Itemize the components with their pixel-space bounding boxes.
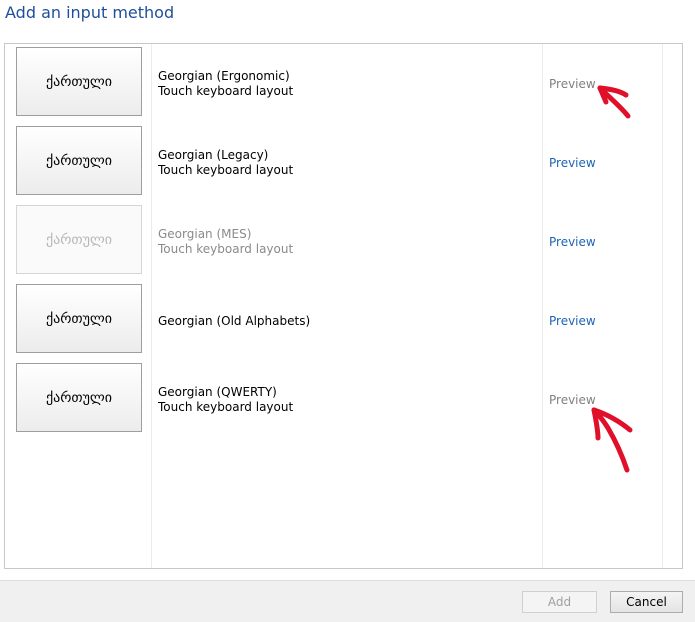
list-item-georgian-qwerty[interactable]: ქართული Georgian (QWERTY) Touch keyboard… [5, 360, 682, 434]
layout-subtitle: Touch keyboard layout [158, 163, 294, 177]
input-method-list[interactable]: ქართული Georgian (Ergonomic) Touch keybo… [4, 43, 683, 569]
preview-link-disabled: Preview [549, 77, 596, 91]
layout-name: Georgian (Ergonomic) [158, 69, 290, 83]
layout-info: Georgian (MES) Touch keyboard layout [158, 227, 293, 257]
layout-tile-disabled: ქართული [16, 205, 142, 274]
cancel-button[interactable]: Cancel [610, 591, 683, 613]
layout-subtitle: Touch keyboard layout [158, 84, 294, 98]
preview-link[interactable]: Preview [549, 314, 596, 328]
layout-tile[interactable]: ქართული [16, 47, 142, 116]
layout-subtitle: Touch keyboard layout [158, 242, 294, 256]
layout-name: Georgian (QWERTY) [158, 385, 277, 399]
layout-info: Georgian (QWERTY) Touch keyboard layout [158, 385, 293, 415]
add-button[interactable]: Add [522, 591, 597, 613]
layout-name: Georgian (MES) [158, 227, 252, 241]
layout-info: Georgian (Ergonomic) Touch keyboard layo… [158, 69, 293, 99]
layout-info: Georgian (Old Alphabets) [158, 314, 310, 329]
layout-tile[interactable]: ქართული [16, 363, 142, 432]
layout-name: Georgian (Old Alphabets) [158, 314, 311, 328]
layout-name: Georgian (Legacy) [158, 148, 269, 162]
list-item-georgian-mes[interactable]: ქართული Georgian (MES) Touch keyboard la… [5, 202, 682, 276]
preview-link[interactable]: Preview [549, 156, 596, 170]
preview-link[interactable]: Preview [549, 235, 596, 249]
dialog-title: Add an input method [5, 3, 175, 22]
list-item-georgian-old-alphabets[interactable]: ქართული Georgian (Old Alphabets) Preview [5, 281, 682, 355]
layout-tile[interactable]: ქართული [16, 284, 142, 353]
list-item-georgian-legacy[interactable]: ქართული Georgian (Legacy) Touch keyboard… [5, 123, 682, 197]
list-item-georgian-ergonomic[interactable]: ქართული Georgian (Ergonomic) Touch keybo… [5, 44, 682, 118]
layout-info: Georgian (Legacy) Touch keyboard layout [158, 148, 293, 178]
dialog-footer: Add Cancel [0, 580, 695, 622]
layout-subtitle: Touch keyboard layout [158, 400, 294, 414]
layout-tile[interactable]: ქართული [16, 126, 142, 195]
preview-link-disabled: Preview [549, 393, 596, 407]
